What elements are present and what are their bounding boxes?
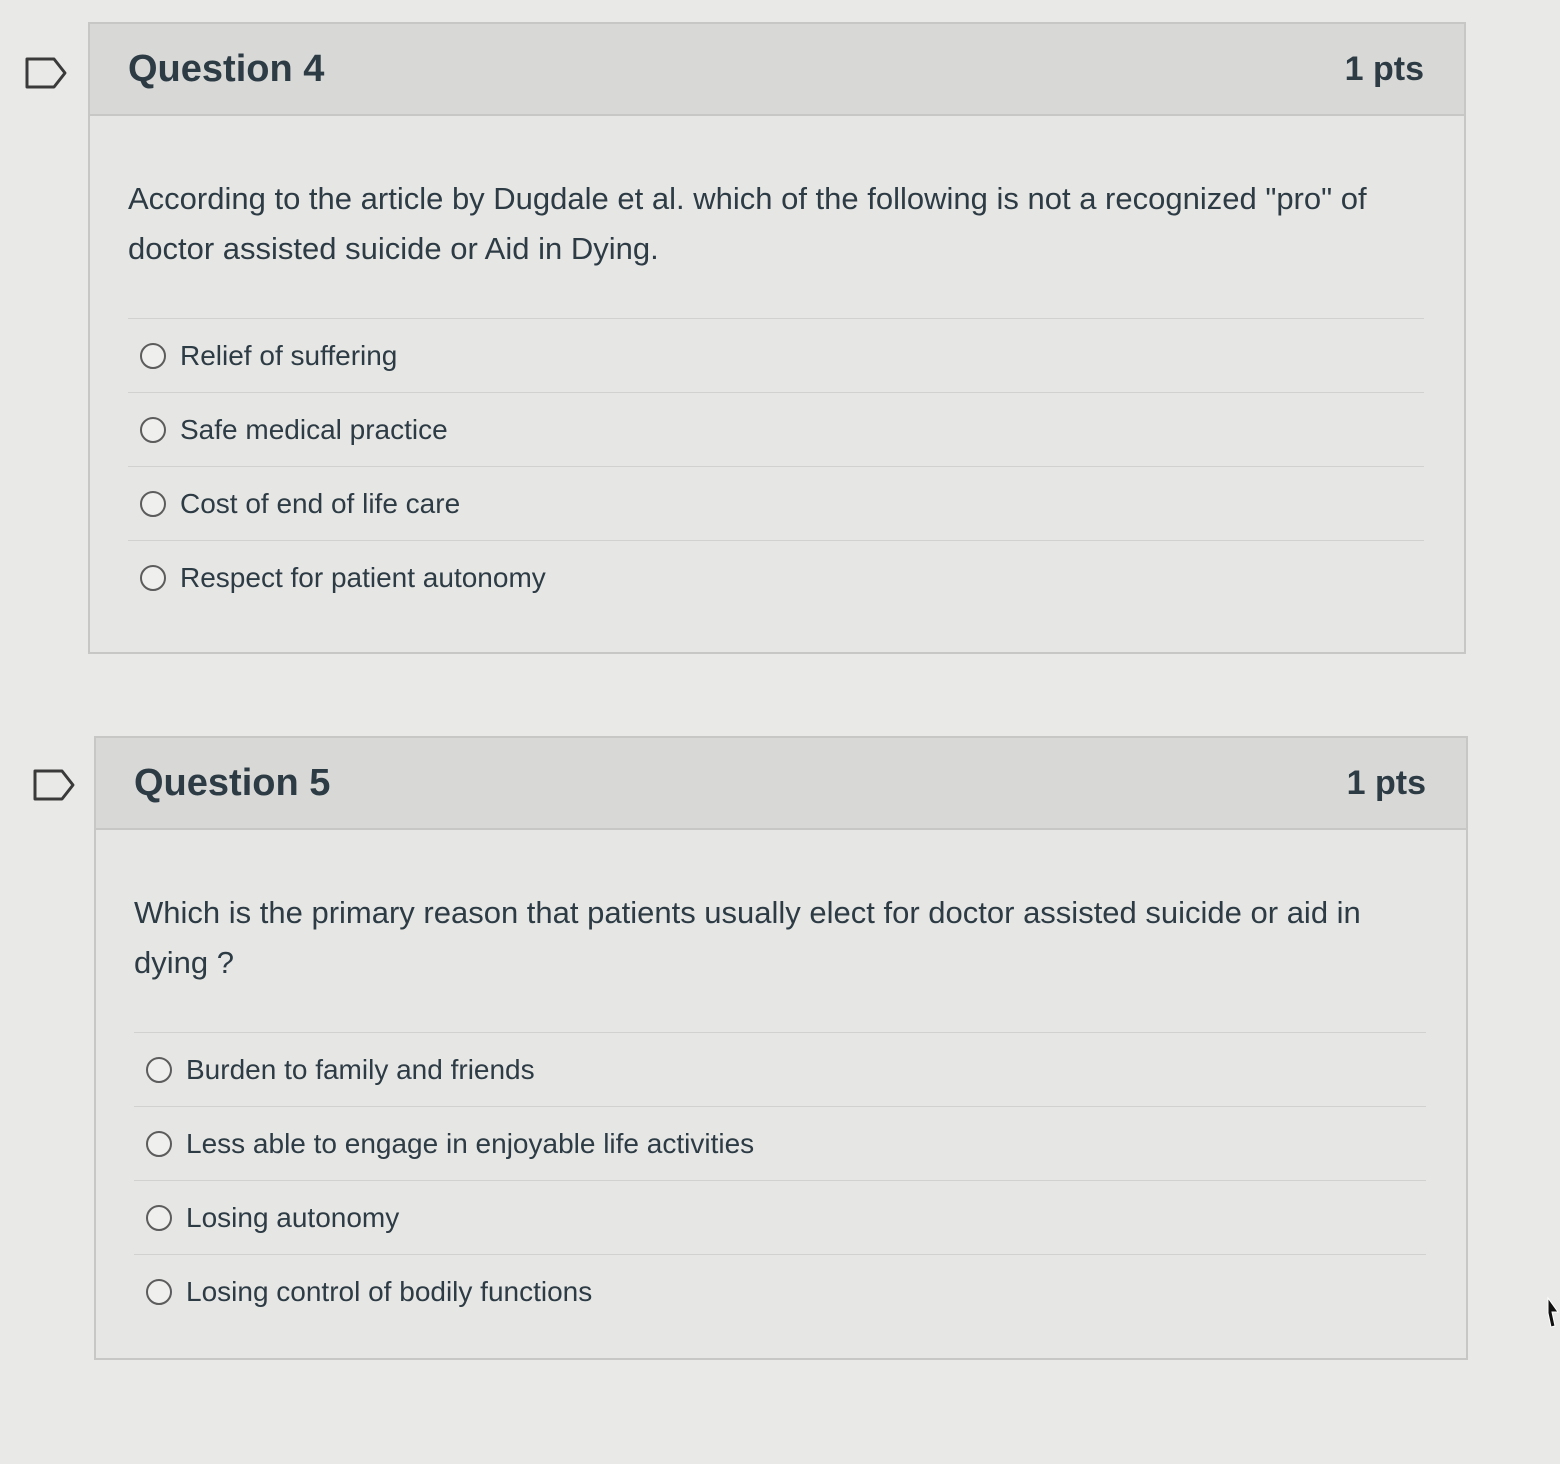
answer-label: Burden to family and friends: [186, 1053, 535, 1085]
question-5-points: 1 pts: [1346, 763, 1426, 802]
question-4-title: Question 4: [128, 47, 325, 90]
answer-label: Respect for patient autonomy: [180, 562, 546, 593]
question-5-answers: Burden to family and friends Less able t…: [134, 1032, 1426, 1329]
question-4-text: According to the article by Dugdale et a…: [128, 181, 1367, 266]
radio-unselected-icon[interactable]: [140, 416, 166, 443]
answer-label: Losing control of bodily functions: [186, 1276, 593, 1307]
radio-unselected-icon[interactable]: [140, 490, 166, 517]
answer-label: Safe medical practice: [180, 413, 448, 445]
question-4-answers: Relief of suffering Safe medical practic…: [128, 318, 1424, 615]
question-5-card: Question 5 1 pts Which is the primary re…: [94, 736, 1468, 1360]
answer-label: Cost of end of life care: [180, 487, 461, 519]
answer-option[interactable]: Losing control of bodily functions: [134, 1255, 1426, 1329]
question-5-header: Question 5 1 pts: [96, 738, 1466, 830]
radio-unselected-icon[interactable]: [146, 1056, 172, 1083]
question-4-header: Question 4 1 pts: [90, 24, 1464, 116]
answer-option[interactable]: Respect for patient autonomy: [128, 541, 1424, 615]
answer-option[interactable]: Cost of end of life care: [128, 467, 1424, 541]
question-4-points: 1 pts: [1344, 49, 1424, 88]
radio-unselected-icon[interactable]: [140, 342, 166, 369]
answer-label: Losing autonomy: [186, 1201, 400, 1233]
answer-option[interactable]: Relief of suffering: [128, 319, 1424, 393]
answer-label: Relief of suffering: [180, 339, 398, 371]
answer-option[interactable]: Losing autonomy: [134, 1181, 1426, 1255]
question-4-card: Question 4 1 pts According to the articl…: [88, 22, 1466, 654]
question-5-text: Which is the primary reason that patient…: [134, 895, 1361, 980]
question-4-body: According to the article by Dugdale et a…: [90, 116, 1464, 615]
question-5-body: Which is the primary reason that patient…: [96, 830, 1466, 1329]
flag-question-4-icon[interactable]: [24, 56, 68, 90]
flag-question-5-icon[interactable]: [32, 768, 76, 802]
answer-option[interactable]: Safe medical practice: [128, 393, 1424, 467]
question-5-title: Question 5: [134, 761, 331, 804]
radio-unselected-icon[interactable]: [146, 1279, 172, 1305]
answer-option[interactable]: Burden to family and friends: [134, 1033, 1426, 1107]
answer-option[interactable]: Less able to engage in enjoyable life ac…: [134, 1107, 1426, 1181]
answer-label: Less able to engage in enjoyable life ac…: [186, 1127, 755, 1159]
mouse-cursor-icon: [1546, 1296, 1560, 1337]
radio-unselected-icon[interactable]: [146, 1204, 172, 1231]
radio-unselected-icon[interactable]: [140, 565, 166, 591]
radio-unselected-icon[interactable]: [146, 1130, 172, 1157]
